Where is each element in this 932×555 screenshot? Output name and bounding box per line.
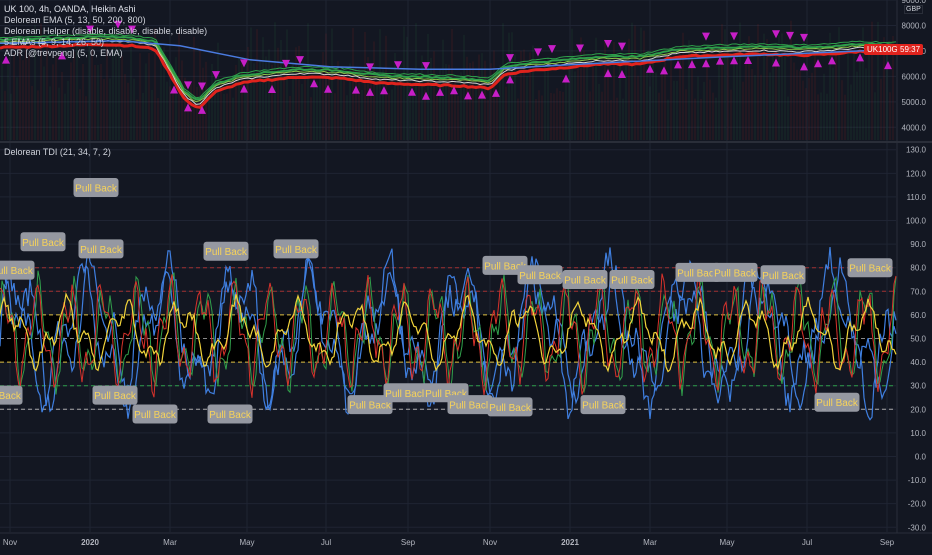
pullback-label: Pull Back [80, 245, 123, 256]
pullback-label: Pull Back [519, 271, 562, 282]
tdi-axis-label: -20.0 [908, 500, 927, 509]
tdi-axis-label: 40.0 [910, 358, 926, 367]
time-axis-label: May [239, 538, 254, 547]
time-axis-label: Mar [643, 538, 657, 547]
tdi-axis-label: 110.0 [907, 193, 927, 202]
tdi-axis-label: 100.0 [906, 217, 927, 226]
price-axis-label: 4000.0 [902, 123, 927, 132]
pullback-annotation: Pull Back [207, 404, 253, 424]
pullback-annotation: Pull Back [712, 262, 758, 282]
chart-svg: 9000.08000.07000.06000.05000.04000.0Pull… [0, 0, 932, 550]
tdi-axis-label: 30.0 [910, 382, 926, 391]
pullback-annotation: Pull Back [580, 395, 626, 415]
pullback-annotation: Pull Back [0, 260, 35, 280]
pullback-label: Pull Back [0, 391, 22, 402]
tdi-axis-label: 10.0 [910, 429, 926, 438]
pullback-label: Pull Back [134, 410, 177, 421]
price-axis-label: 5000.0 [902, 98, 927, 107]
tdi-axis-label: 130.0 [906, 146, 927, 155]
pullback-annotation: Pull Back [383, 383, 429, 403]
tdi-axis-label: 70.0 [910, 287, 926, 296]
pullback-annotation: Pull Back [609, 270, 655, 290]
pullback-label: Pull Back [75, 183, 118, 194]
pullback-annotation: Pull Back [562, 270, 608, 290]
price-axis-label: 8000.0 [902, 21, 927, 30]
tdi-axis-label: 60.0 [910, 311, 926, 320]
pullback-label: Pull Back [762, 271, 805, 282]
price-legend: UK 100, 4h, OANDA, Heikin Ashi Delorean … [4, 4, 207, 59]
tdi-axis-label: 20.0 [910, 405, 926, 414]
countdown-badge: 59:37 [897, 44, 924, 55]
pullback-annotation: Pull Back [132, 404, 178, 424]
legend-line-2: Delorean Helper (disable, disable, disab… [4, 26, 208, 36]
tdi-axis-label: 120.0 [906, 169, 927, 178]
pullback-annotation: Pull Back [447, 395, 493, 415]
tdi-axis-label: 90.0 [910, 240, 926, 249]
time-axis-label: Sep [401, 538, 416, 547]
pullback-label: Pull Back [349, 401, 392, 412]
time-axis-label: Nov [483, 538, 497, 547]
tdi-axis-label: 50.0 [910, 335, 926, 344]
price-axis-label: 6000.0 [902, 72, 927, 81]
pullback-label: Pull Back [449, 401, 492, 412]
pullback-label: Pull Back [0, 266, 34, 277]
pullback-label: Pull Back [816, 398, 859, 409]
pullback-annotation: Pull Back [0, 385, 23, 405]
pullback-label: Pull Back [714, 268, 757, 279]
legend-line-1: Delorean EMA (5, 13, 50, 200, 800) [4, 15, 146, 25]
pullback-annotation: Pull Back [760, 265, 806, 285]
legend-title: UK 100, 4h, OANDA, Heikin Ashi [4, 4, 136, 14]
pullback-label: Pull Back [849, 264, 892, 275]
time-axis-label: Mar [163, 538, 177, 547]
time-axis-label: 2020 [81, 538, 99, 547]
chart-area: 9000.08000.07000.06000.05000.04000.0Pull… [0, 0, 932, 550]
pullback-annotation: Pull Back [517, 265, 563, 285]
time-axis-label: Sep [880, 538, 895, 547]
time-axis-label: 2021 [561, 538, 579, 547]
tdi-axis-label: 80.0 [910, 264, 926, 273]
time-axis-label: Jul [802, 538, 812, 547]
pullback-annotation: Pull Back [487, 397, 533, 417]
pullback-annotation: Pull Back [20, 232, 66, 252]
tdi-axis-label: -10.0 [908, 476, 927, 485]
pullback-label: Pull Back [275, 245, 318, 256]
pullback-label: Pull Back [94, 391, 137, 402]
currency-label: GBP [904, 5, 923, 14]
tdi-axis-label: -30.0 [908, 523, 927, 532]
time-axis-label: Nov [3, 538, 17, 547]
pullback-label: Pull Back [22, 238, 65, 249]
pullback-annotation: Pull Back [73, 177, 119, 197]
pullback-annotation: Pull Back [814, 392, 860, 412]
pullback-annotation: Pull Back [847, 258, 893, 278]
pullback-label: Pull Back [489, 403, 532, 414]
pullback-label: Pull Back [564, 276, 607, 287]
pullback-annotation: Pull Back [92, 385, 138, 405]
pullback-annotation: Pull Back [203, 241, 249, 261]
pullback-label: Pull Back [582, 401, 625, 412]
pullback-annotation: Pull Back [273, 239, 319, 259]
time-axis-label: Jul [321, 538, 331, 547]
legend-line-3: 5 EMAs (5, 9, 14, 26, 50) [4, 37, 105, 47]
time-axis-label: May [719, 538, 734, 547]
pullback-annotation: Pull Back [78, 239, 124, 259]
tdi-axis-label: 0.0 [915, 452, 927, 461]
pullback-label: Pull Back [611, 276, 654, 287]
pullback-label: Pull Back [205, 247, 248, 258]
pullback-label: Pull Back [385, 389, 428, 400]
tdi-legend: Delorean TDI (21, 34, 7, 2) [4, 147, 111, 157]
pullback-label: Pull Back [209, 410, 252, 421]
legend-line-4: ADR [@trevpeng] (5, 0, EMA) [4, 48, 123, 58]
